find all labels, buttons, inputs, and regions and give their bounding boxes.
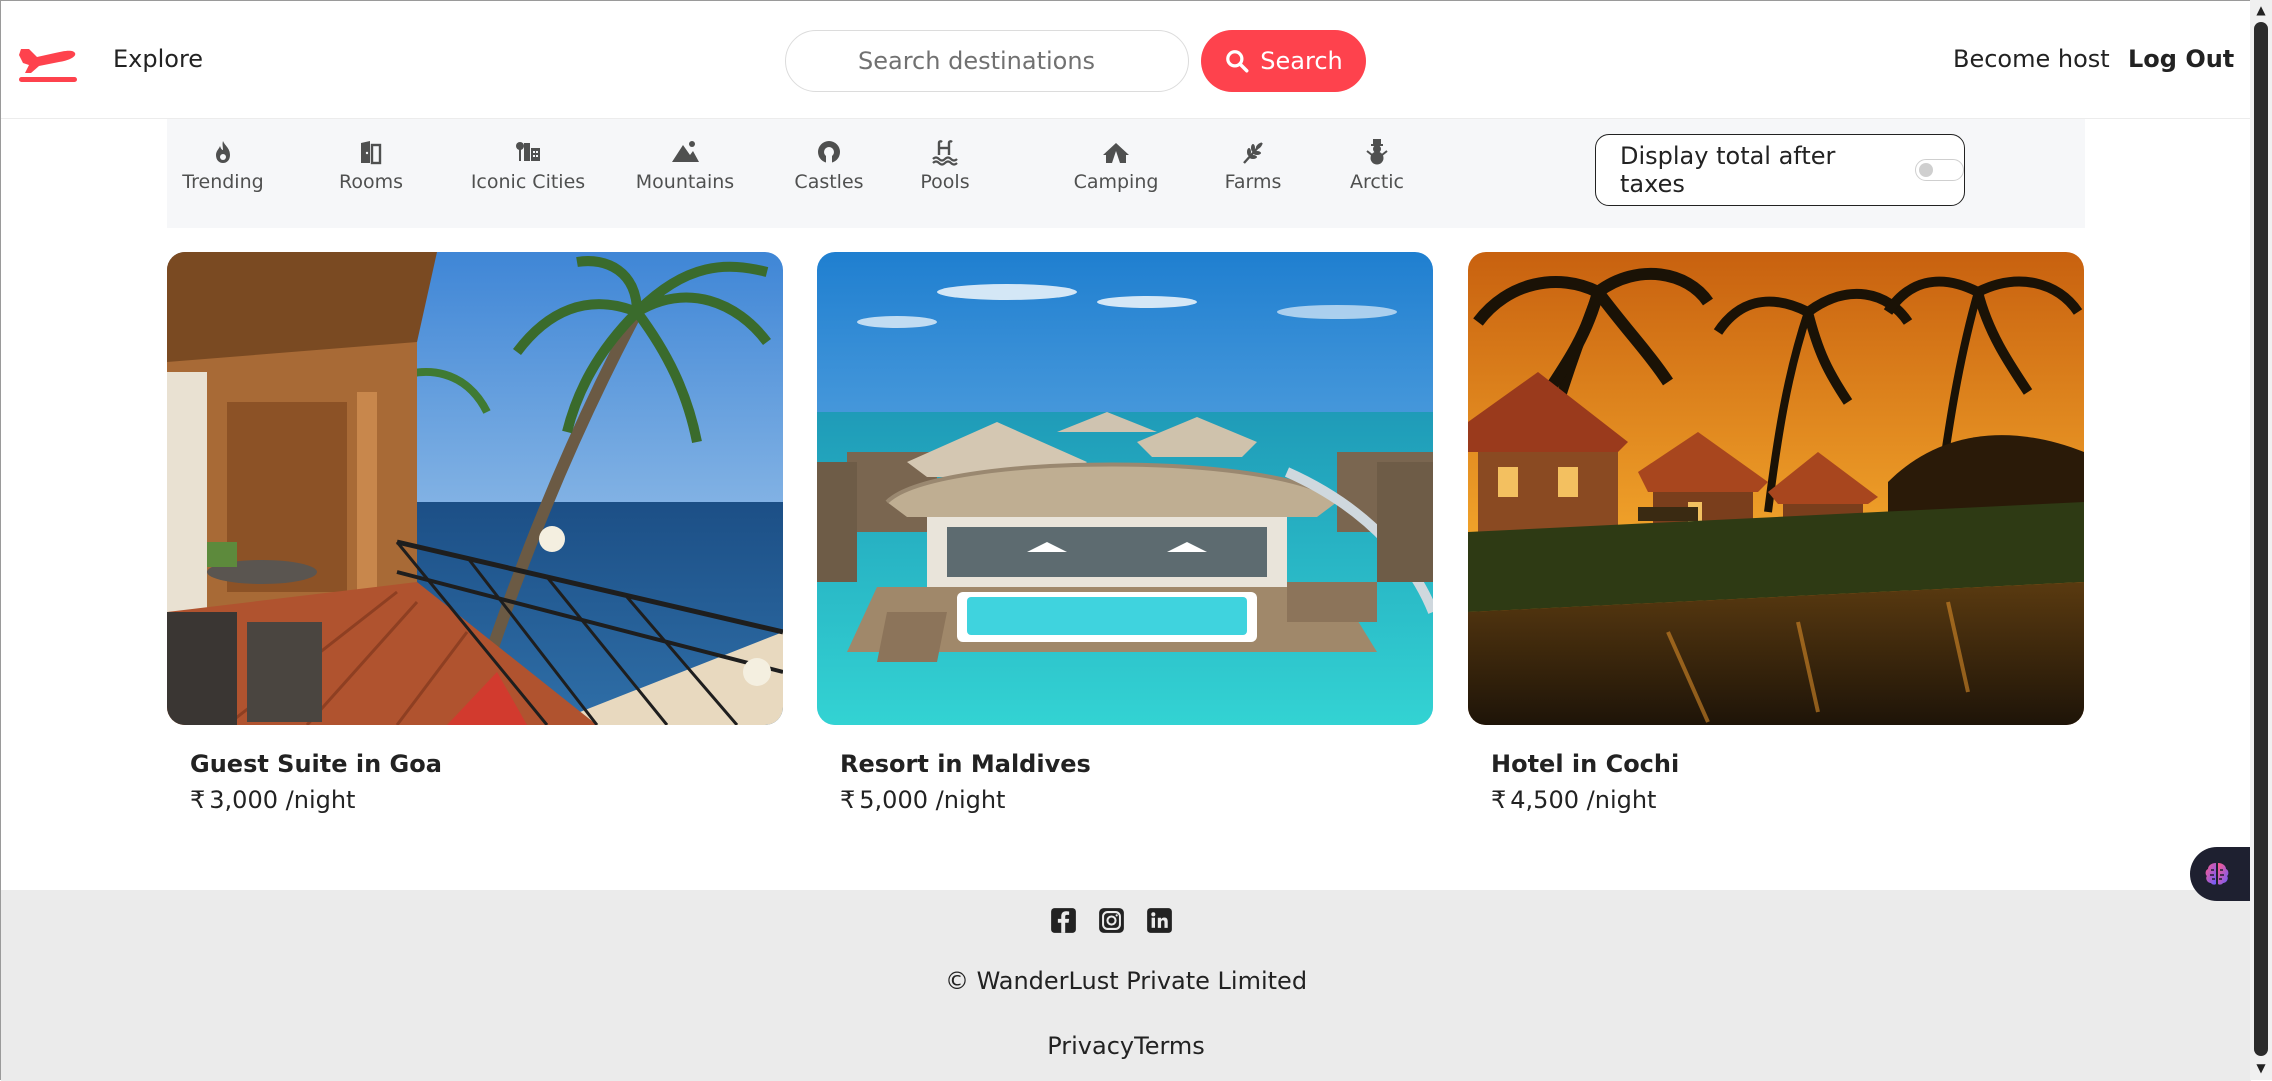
fire-icon [216,141,230,163]
navbar: Explore Search Become host Log Out [1,1,2251,119]
filter-label: Arctic [1349,171,1404,193]
facebook-icon[interactable] [1050,907,1077,934]
assistant-widget-button[interactable] [2190,847,2252,901]
listing-image-cochi [1468,252,2084,725]
nav-explore-link[interactable]: Explore [113,45,203,73]
filter-label: Rooms [338,171,403,193]
filter-arctic[interactable]: Arctic [1341,129,1413,209]
search-input[interactable] [785,30,1189,92]
tax-toggle-label: Display total after taxes [1620,142,1836,198]
plane-logo-icon[interactable] [17,35,79,83]
bed-door-icon [361,141,382,165]
currency-symbol: ₹ [840,786,856,814]
tax-switch-knob [1919,163,1934,177]
tax-switch[interactable] [1915,159,1964,181]
pool-icon [932,140,958,166]
footer: © WanderLust Private Limited PrivacyTerm… [1,890,2251,1081]
filter-label: Iconic Cities [470,171,586,193]
price-value: 5,000 [859,786,928,814]
filter-mountains[interactable]: Mountains [635,129,735,209]
wheat-icon [1243,142,1263,164]
tax-toggle[interactable]: Display total after taxes [1595,134,1965,206]
filter-camping[interactable]: Camping [1071,129,1161,209]
scroll-thumb[interactable] [2254,22,2268,1056]
listing-price: ₹3,000 /night [190,786,355,814]
terms-link[interactable]: Terms [1134,1032,1205,1060]
snowman-icon [1366,139,1388,165]
linkedin-icon[interactable] [1146,907,1173,934]
listing-price: ₹4,500 /night [1491,786,1656,814]
price-value: 4,500 [1510,786,1579,814]
currency-symbol: ₹ [1491,786,1507,814]
scroll-up-arrow-icon[interactable]: ▲ [2253,2,2269,18]
filter-label: Castles [794,171,864,193]
listing-title: Hotel in Cochi [1491,750,1680,778]
mountain-icon [672,141,699,162]
become-host-link[interactable]: Become host [1953,45,2110,73]
listing-card[interactable]: Resort in Maldives ₹5,000 /night [817,252,1433,814]
listing-image-maldives [817,252,1433,725]
search-button[interactable]: Search [1201,30,1366,92]
listing-price: ₹5,000 /night [840,786,1005,814]
filter-label: Camping [1073,171,1159,193]
currency-symbol: ₹ [190,786,206,814]
listing-image-goa [167,252,783,725]
copyright-text: © WanderLust Private Limited [944,967,1308,995]
listing-title: Guest Suite in Goa [190,750,442,778]
filter-pools[interactable]: Pools [913,129,977,209]
listing-card[interactable]: Hotel in Cochi ₹4,500 /night [1468,252,2084,814]
browser-viewport: Explore Search Become host Log Out Trend… [0,0,2252,1081]
listing-title: Resort in Maldives [840,750,1091,778]
logout-link[interactable]: Log Out [2128,45,2234,73]
fort-icon [818,141,840,163]
price-unit: /night [1586,786,1657,814]
price-value: 3,000 [209,786,278,814]
filter-farms[interactable]: Farms [1215,129,1291,209]
instagram-icon[interactable] [1098,907,1125,934]
brain-icon [2205,863,2229,885]
footer-links: PrivacyTerms [1,1032,2251,1060]
filter-bar: Trending Rooms Iconic Cities Mountains C… [167,119,2085,228]
search-button-label: Search [1260,47,1343,75]
vertical-scrollbar[interactable]: ▲ ▼ [2250,0,2272,1080]
filter-label: Mountains [635,171,735,193]
filter-trending[interactable]: Trending [167,129,279,209]
city-icon [516,142,540,161]
filter-iconic-cities[interactable]: Iconic Cities [463,129,593,209]
campground-icon [1103,143,1129,163]
privacy-link[interactable]: Privacy [1047,1032,1134,1060]
price-unit: /night [285,786,356,814]
filter-rooms[interactable]: Rooms [323,129,419,209]
filter-label: Pools [920,171,970,193]
filter-label: Farms [1224,171,1282,193]
filter-label: Trending [182,171,264,193]
scroll-down-arrow-icon[interactable]: ▼ [2253,1060,2269,1076]
listing-card[interactable]: Guest Suite in Goa ₹3,000 /night [167,252,783,814]
price-unit: /night [935,786,1006,814]
social-links [1050,907,1173,934]
filter-castles[interactable]: Castles [789,129,869,209]
search-icon [1226,50,1249,73]
